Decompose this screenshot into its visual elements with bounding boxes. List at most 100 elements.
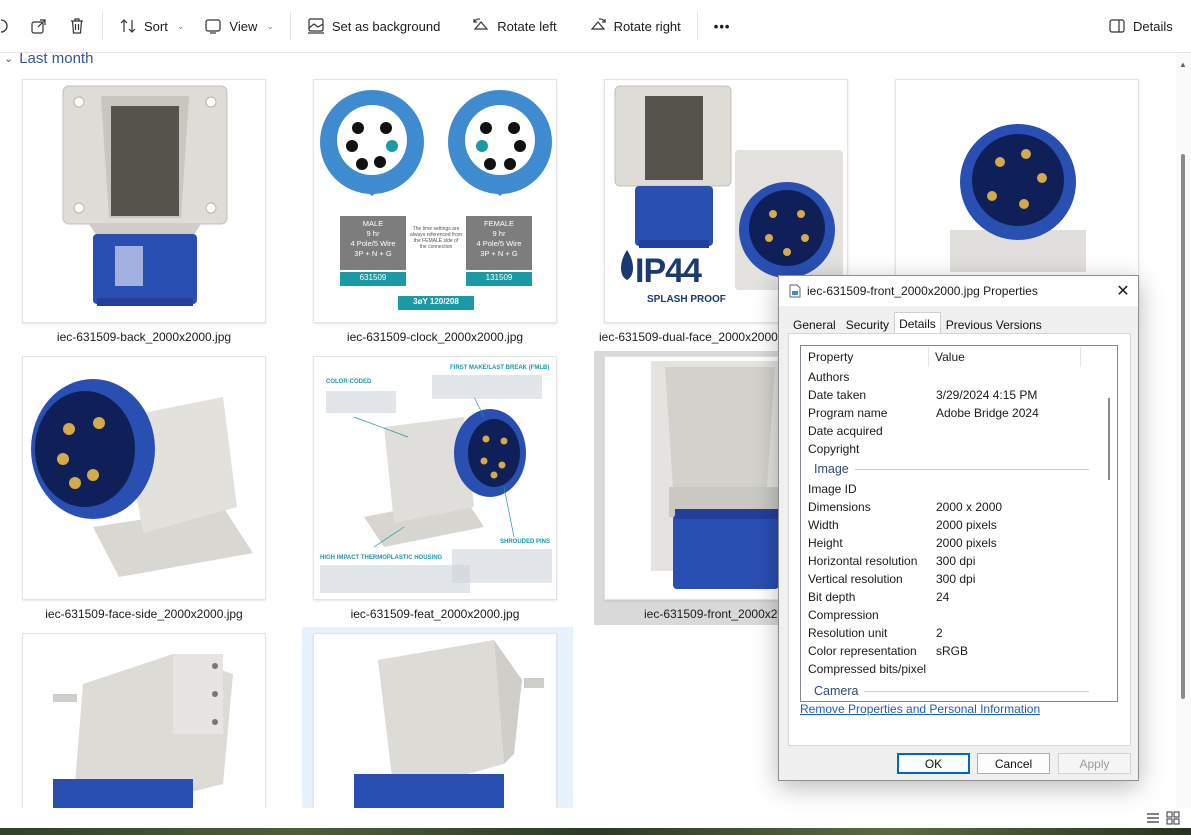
- trash-icon: [71, 18, 83, 34]
- thumbnail-front: [604, 356, 778, 600]
- set-as-background-button[interactable]: Set as background: [297, 9, 450, 43]
- voltage-label: 3øY 120/208: [413, 297, 459, 306]
- more-options-button[interactable]: •••: [704, 9, 741, 43]
- toolbar-divider: [696, 12, 698, 40]
- share-button[interactable]: [20, 9, 58, 43]
- list-item[interactable]: Program name Adobe Bridge 2024: [801, 404, 1097, 422]
- tab-details[interactable]: Details: [894, 312, 941, 335]
- file-tile[interactable]: iec-631509-face-side_2000x2000.jpg: [17, 351, 271, 625]
- thumbnail-feat: COLOR-CODED FIRST MAKE/LAST BREAK (FMLB)…: [313, 356, 557, 600]
- file-tile[interactable]: MALE 9 hr 4 Pole/5 Wire 3P + N + G 63150…: [308, 74, 562, 348]
- list-item[interactable]: Vertical resolution 300 dpi: [801, 570, 1097, 588]
- rotate-left-icon: [473, 18, 489, 30]
- prop-key: Compressed bits/pixel: [808, 662, 927, 676]
- prop-value: 2: [936, 626, 943, 640]
- close-icon[interactable]: ✕: [1108, 276, 1138, 306]
- details-label: Details: [1133, 18, 1173, 34]
- list-item[interactable]: Image ID: [801, 480, 1097, 498]
- sort-button[interactable]: Sort ⌄: [109, 9, 194, 43]
- rotate-right-button[interactable]: Rotate right: [579, 9, 691, 43]
- prop-value: 24: [936, 590, 950, 604]
- scrollbar-thumb[interactable]: [1181, 154, 1185, 699]
- group-title: Last month: [19, 49, 94, 67]
- feat-color-coded: COLOR-CODED: [326, 379, 372, 385]
- ok-button[interactable]: OK: [897, 753, 970, 774]
- list-item[interactable]: Width 2000 pixels: [801, 516, 1097, 534]
- prop-key: Vertical resolution: [808, 572, 903, 586]
- file-tile[interactable]: COLOR-CODED FIRST MAKE/LAST BREAK (FMLB)…: [308, 351, 562, 625]
- column-value[interactable]: Value: [929, 347, 1081, 367]
- thumbnail-back: [22, 79, 266, 323]
- details-pane-icon: [1109, 19, 1125, 33]
- list-item[interactable]: Bit depth 24: [801, 588, 1097, 606]
- rotate-right-label: Rotate right: [613, 18, 681, 34]
- group-header-last-month[interactable]: ⌄ Last month: [4, 48, 93, 68]
- large-icons-view-icon[interactable]: [1166, 811, 1180, 825]
- prop-key: Bit depth: [808, 590, 856, 604]
- female-spec-block: FEMALE 9 hr 4 Pole/5 Wire 3P + N + G: [466, 219, 532, 259]
- desktop-wallpaper-strip: [0, 828, 1191, 835]
- thumbnail-clock: MALE 9 hr 4 Pole/5 Wire 3P + N + G 63150…: [313, 79, 557, 323]
- list-item[interactable]: Compression: [801, 606, 1097, 624]
- view-button[interactable]: View ⌄: [194, 9, 284, 43]
- file-tile-selected[interactable]: iec-631509-front_2000x2000.jpg: [594, 351, 778, 625]
- male-hr: 9 hr: [366, 229, 380, 238]
- wallpaper-icon: [307, 18, 324, 34]
- list-item[interactable]: Authors: [801, 368, 1097, 386]
- file-name: iec-631509-feat_2000x2000.jpg: [350, 607, 520, 621]
- rotate-right-icon: [590, 18, 606, 30]
- list-item[interactable]: Date taken 3/29/2024 4:15 PM: [801, 386, 1097, 404]
- list-item[interactable]: Date acquired: [801, 422, 1097, 440]
- list-item[interactable]: Compressed bits/pixel: [801, 660, 1097, 678]
- list-scrollbar[interactable]: [1102, 368, 1116, 700]
- details-pane-button[interactable]: Details: [1098, 9, 1183, 43]
- prop-key: Resolution unit: [808, 626, 888, 640]
- list-scrollbar-thumb[interactable]: [1108, 398, 1110, 480]
- prop-value: 2000 x 2000: [936, 500, 1003, 514]
- cancel-button[interactable]: Cancel: [977, 753, 1050, 774]
- feat-shrouded: SHROUDED PINS: [500, 539, 551, 545]
- male-spec: 3P + N + G: [354, 249, 392, 258]
- toolbar-divider: [102, 12, 103, 40]
- apply-button[interactable]: Apply: [1058, 753, 1131, 774]
- list-item[interactable]: Height 2000 pixels: [801, 534, 1097, 552]
- thumbnail-side-top: [22, 633, 266, 808]
- scroll-up-arrow-icon[interactable]: ▲: [1179, 60, 1187, 69]
- details-panel: Property Value Authors Date taken 3/29/20…: [788, 333, 1131, 746]
- dialog-title-bar[interactable]: iec-631509-front_2000x2000.jpg Propertie…: [779, 276, 1138, 306]
- list-item[interactable]: Copyright: [801, 440, 1097, 458]
- tab-general[interactable]: General: [788, 314, 841, 334]
- list-item[interactable]: Dimensions 2000 x 2000: [801, 498, 1097, 516]
- prop-key: Dimensions: [808, 500, 871, 514]
- prop-value: 3/29/2024 4:15 PM: [936, 388, 1038, 402]
- set-background-label: Set as background: [331, 18, 441, 34]
- file-tile[interactable]: [17, 628, 271, 808]
- rotate-left-button[interactable]: Rotate left: [462, 9, 566, 43]
- prop-key: Width: [808, 518, 839, 532]
- file-tile[interactable]: iec-631509-back_2000x2000.jpg: [17, 74, 271, 348]
- prop-value: sRGB: [936, 644, 969, 658]
- prop-key: Color representation: [808, 644, 917, 658]
- properties-dialog: iec-631509-front_2000x2000.jpg Propertie…: [778, 275, 1139, 781]
- list-item[interactable]: Color representation sRGB: [801, 642, 1097, 660]
- tab-previous-versions[interactable]: Previous Versions: [941, 314, 1047, 334]
- toolbar-divider: [289, 12, 291, 40]
- vertical-scrollbar[interactable]: ▲: [1176, 54, 1191, 809]
- list-item[interactable]: Horizontal resolution 300 dpi: [801, 552, 1097, 570]
- view-icon: [205, 19, 221, 34]
- column-property[interactable]: Property: [801, 347, 929, 367]
- file-tile-hover[interactable]: [302, 627, 573, 808]
- properties-list[interactable]: Property Value Authors Date taken 3/29/20…: [800, 345, 1118, 702]
- list-item[interactable]: Resolution unit 2: [801, 624, 1097, 642]
- sort-label: Sort: [144, 18, 168, 34]
- delete-button[interactable]: [58, 9, 96, 43]
- rotate-edge-icon[interactable]: [0, 9, 20, 43]
- prop-value: 2000 pixels: [936, 518, 997, 532]
- tab-security[interactable]: Security: [841, 314, 894, 334]
- remove-properties-link[interactable]: Remove Properties and Personal Informati…: [800, 702, 1040, 716]
- female-spec: 3P + N + G: [480, 249, 518, 258]
- section-image: Image: [801, 460, 1097, 478]
- prop-value: 300 dpi: [936, 572, 976, 586]
- male-wire: 4 Pole/5 Wire: [350, 239, 396, 248]
- details-view-icon[interactable]: [1146, 812, 1160, 824]
